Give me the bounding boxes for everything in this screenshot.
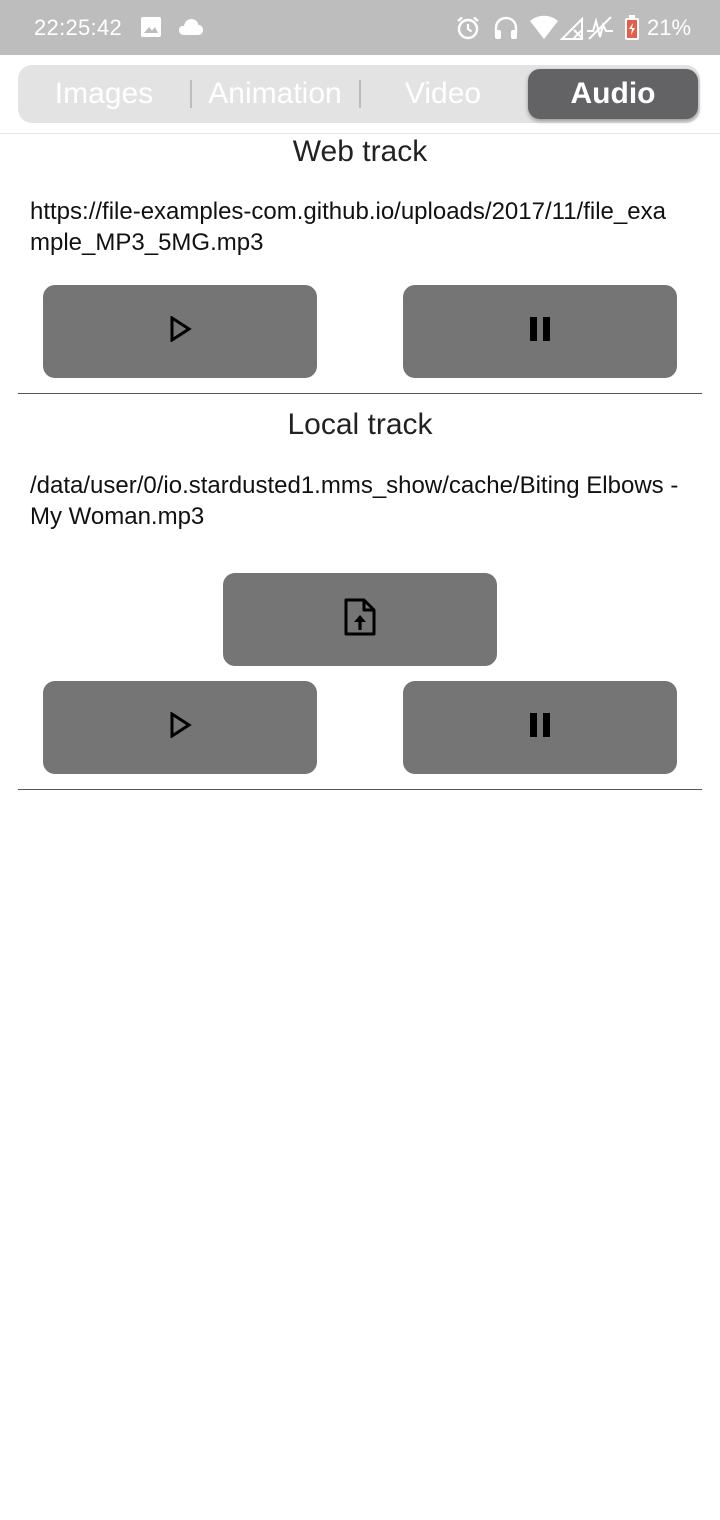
status-bar: 22:25:42 21% <box>0 0 720 55</box>
pick-file-button[interactable] <box>223 573 497 666</box>
status-time: 22:25:42 <box>34 15 123 40</box>
web-track-url: https://file-examples-com.github.io/uplo… <box>30 198 666 256</box>
tab-audio[interactable]: Audio <box>528 69 698 119</box>
cloud-icon <box>178 18 204 41</box>
media-tabs: Images Animation Video Audio <box>18 65 700 123</box>
image-icon <box>140 16 162 43</box>
tab-images[interactable]: Images <box>18 65 190 123</box>
pause-icon <box>528 712 552 743</box>
file-upload-icon <box>344 598 376 641</box>
tab-animation[interactable]: Animation <box>190 65 360 123</box>
battery-icon <box>624 15 640 46</box>
headphones-icon <box>493 15 519 46</box>
section-divider <box>18 789 702 790</box>
alarm-icon <box>455 15 481 46</box>
play-icon <box>168 711 192 743</box>
wifi-icon <box>529 15 559 46</box>
tab-video[interactable]: Video <box>359 65 527 123</box>
web-track-title: Web track <box>292 135 428 168</box>
pause-icon <box>528 316 552 347</box>
web-play-button[interactable] <box>43 285 317 378</box>
section-divider <box>18 393 702 394</box>
battery-percent: 21% <box>647 15 692 40</box>
local-play-button[interactable] <box>43 681 317 774</box>
signal-icon <box>559 15 586 46</box>
local-pause-button[interactable] <box>403 681 677 774</box>
play-icon <box>168 315 192 347</box>
header-divider <box>0 133 720 134</box>
local-track-title: Local track <box>287 408 433 441</box>
local-track-path: /data/user/0/io.stardusted1.mms_show/cac… <box>30 472 679 530</box>
activity-icon <box>586 15 614 46</box>
web-pause-button[interactable] <box>403 285 677 378</box>
